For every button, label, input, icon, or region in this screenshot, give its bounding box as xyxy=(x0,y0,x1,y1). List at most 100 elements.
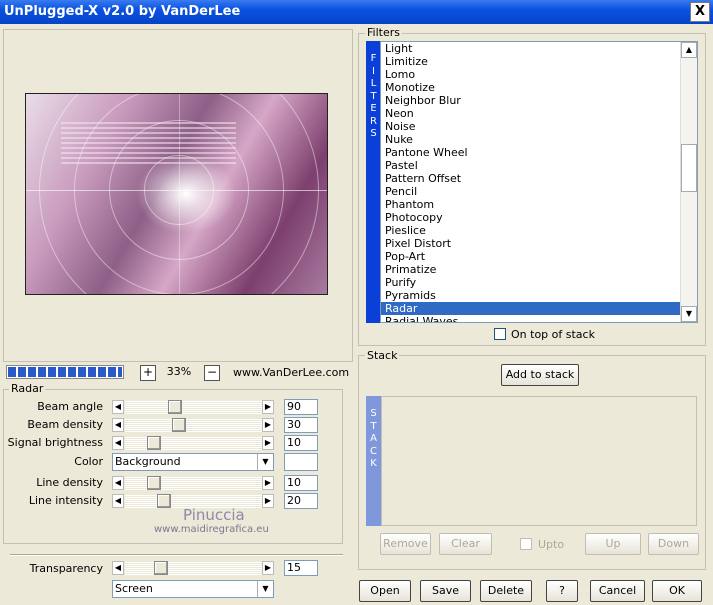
filters-tab[interactable]: FILTERS xyxy=(366,41,381,323)
filter-list-item[interactable]: Limitize xyxy=(381,55,697,68)
arrow-left-icon[interactable]: ◀ xyxy=(112,436,124,450)
up-button[interactable]: Up xyxy=(585,533,641,555)
scroll-down-icon[interactable]: ▼ xyxy=(681,306,697,322)
filter-list-item[interactable]: Pastel xyxy=(381,159,697,172)
blend-mode-select[interactable]: Screen ▼ xyxy=(112,580,274,598)
param-label: Line density xyxy=(36,476,103,489)
arrow-right-icon[interactable]: ▶ xyxy=(262,494,274,508)
slider-thumb[interactable] xyxy=(147,436,161,450)
arrow-left-icon[interactable]: ◀ xyxy=(112,561,124,575)
color-label: Color xyxy=(74,455,103,468)
filter-list-item[interactable]: Pattern Offset xyxy=(381,172,697,185)
progress-bar xyxy=(6,365,124,379)
arrow-right-icon[interactable]: ▶ xyxy=(262,476,274,490)
filter-list-item[interactable]: Radial Waves xyxy=(381,315,697,322)
filter-list-item[interactable]: Radar xyxy=(381,302,697,315)
scroll-up-icon[interactable]: ▲ xyxy=(681,42,697,58)
filter-list[interactable]: Light Limitize Lomo Monotize Neighbor Blur Ne… xyxy=(380,41,698,323)
on-top-checkbox[interactable] xyxy=(494,328,506,340)
slider-track[interactable] xyxy=(125,436,263,450)
filter-list-item[interactable]: Pieslice xyxy=(381,224,697,237)
stack-list[interactable] xyxy=(381,396,697,526)
filter-list-item[interactable]: Phantom xyxy=(381,198,697,211)
website-link[interactable]: www.VanDerLee.com xyxy=(233,366,349,379)
zoom-out-button[interactable]: − xyxy=(204,365,220,381)
color-select[interactable]: Background ▼ xyxy=(112,453,274,471)
filter-list-item[interactable]: Lomo xyxy=(381,68,697,81)
watermark-name: Pinuccia xyxy=(183,506,245,524)
filter-list-item[interactable]: Primatize xyxy=(381,263,697,276)
remove-button[interactable]: Remove xyxy=(380,533,431,555)
color-swatch[interactable] xyxy=(284,453,318,471)
open-button[interactable]: Open xyxy=(359,580,411,602)
slider-track[interactable] xyxy=(125,561,263,575)
tab-letter: I xyxy=(372,65,375,77)
filter-list-item[interactable]: Purify xyxy=(381,276,697,289)
param-slider[interactable]: ◀ ▶ xyxy=(112,436,276,450)
down-button[interactable]: Down xyxy=(648,533,699,555)
slider-thumb[interactable] xyxy=(157,494,171,508)
arrow-left-icon[interactable]: ◀ xyxy=(112,418,124,432)
slider-track[interactable] xyxy=(125,418,263,432)
param-value[interactable]: 10 xyxy=(284,475,318,491)
param-label: Beam angle xyxy=(37,400,103,413)
filter-list-item[interactable]: Nuke xyxy=(381,133,697,146)
separator xyxy=(10,554,343,556)
scroll-thumb[interactable] xyxy=(681,144,697,192)
chevron-down-icon[interactable]: ▼ xyxy=(257,454,273,470)
stack-tab[interactable]: STACK xyxy=(366,396,381,526)
ok-button[interactable]: OK xyxy=(652,580,702,602)
filter-scrollbar[interactable]: ▲ ▼ xyxy=(680,42,697,322)
filter-list-item[interactable]: Pencil xyxy=(381,185,697,198)
param-slider[interactable]: ◀ ▶ xyxy=(112,476,276,490)
filter-list-item[interactable]: Photocopy xyxy=(381,211,697,224)
tab-letter: L xyxy=(370,78,377,89)
transparency-value[interactable]: 15 xyxy=(284,560,318,576)
slider-track[interactable] xyxy=(125,476,263,490)
tab-letter: T xyxy=(370,90,377,102)
save-button[interactable]: Save xyxy=(420,580,471,602)
arrow-right-icon[interactable]: ▶ xyxy=(262,436,274,450)
delete-button[interactable]: Delete xyxy=(480,580,532,602)
on-top-label: On top of stack xyxy=(511,328,595,341)
zoom-in-button[interactable]: + xyxy=(140,365,156,381)
filter-list-item[interactable]: Pixel Distort xyxy=(381,237,697,250)
slider-thumb[interactable] xyxy=(172,418,186,432)
filter-list-item[interactable]: Light xyxy=(381,42,697,55)
filter-list-item[interactable]: Neighbor Blur xyxy=(381,94,697,107)
help-button[interactable]: ? xyxy=(546,580,578,602)
filter-list-item[interactable]: Pantone Wheel xyxy=(381,146,697,159)
cancel-button[interactable]: Cancel xyxy=(590,580,645,602)
slider-thumb[interactable] xyxy=(168,400,182,414)
preview-image[interactable] xyxy=(25,93,328,295)
slider-thumb[interactable] xyxy=(147,476,161,490)
filter-list-item[interactable]: Noise xyxy=(381,120,697,133)
transparency-label: Transparency xyxy=(29,562,103,575)
add-to-stack-button[interactable]: Add to stack xyxy=(501,364,579,386)
filter-list-item[interactable]: Neon xyxy=(381,107,697,120)
filter-list-item[interactable]: Monotize xyxy=(381,81,697,94)
upto-checkbox[interactable] xyxy=(520,538,532,550)
arrow-left-icon[interactable]: ◀ xyxy=(112,494,124,508)
param-label: Signal brightness xyxy=(7,436,103,449)
param-value[interactable]: 10 xyxy=(284,435,318,451)
arrow-right-icon[interactable]: ▶ xyxy=(262,418,274,432)
param-slider[interactable]: ◀ ▶ xyxy=(112,400,276,414)
arrow-right-icon[interactable]: ▶ xyxy=(262,561,274,575)
chevron-down-icon[interactable]: ▼ xyxy=(257,581,273,597)
arrow-left-icon[interactable]: ◀ xyxy=(112,476,124,490)
param-value[interactable]: 20 xyxy=(284,493,318,509)
param-value[interactable]: 30 xyxy=(284,417,318,433)
param-value[interactable]: 90 xyxy=(284,399,318,415)
arrow-right-icon[interactable]: ▶ xyxy=(262,400,274,414)
filter-list-item[interactable]: Pop-Art xyxy=(381,250,697,263)
tab-letter: S xyxy=(370,408,377,419)
arrow-left-icon[interactable]: ◀ xyxy=(112,400,124,414)
filter-list-item[interactable]: Pyramids xyxy=(381,289,697,302)
clear-button[interactable]: Clear xyxy=(439,533,492,555)
slider-track[interactable] xyxy=(125,400,263,414)
close-button[interactable]: X xyxy=(690,2,710,22)
slider-thumb[interactable] xyxy=(154,561,168,575)
transparency-slider[interactable]: ◀ ▶ xyxy=(112,561,276,575)
param-slider[interactable]: ◀ ▶ xyxy=(112,418,276,432)
